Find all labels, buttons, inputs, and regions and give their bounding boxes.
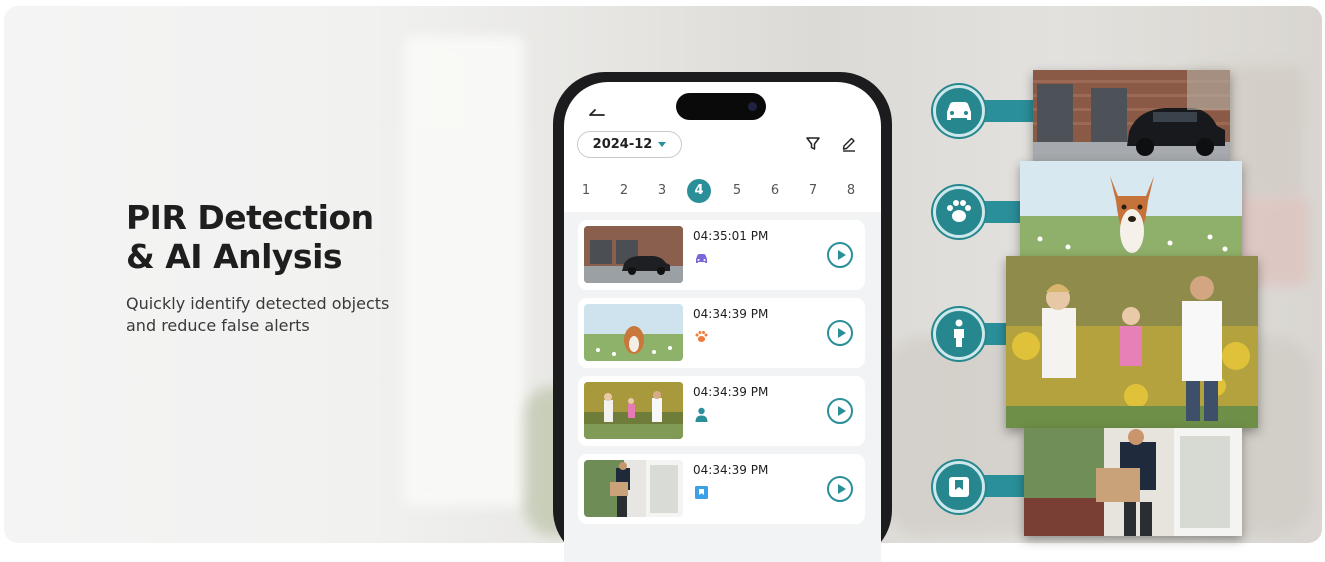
detection-photo-package <box>1024 428 1242 536</box>
event-time: 04:34:39 PM <box>693 307 769 321</box>
subheadline-line: Quickly identify detected objects <box>126 294 390 313</box>
day-item[interactable]: 6 <box>763 179 787 203</box>
detection-type-package <box>933 461 985 513</box>
headline-line: PIR Detection <box>126 198 374 237</box>
day-selector: 1 2 3 4 5 6 7 8 <box>574 179 864 205</box>
play-button[interactable] <box>827 476 853 502</box>
package-icon <box>949 477 969 497</box>
app-screen: 2024-12 1 2 3 4 5 6 7 8 04:35:01 PM 04:3… <box>564 82 881 562</box>
filter-icon[interactable] <box>804 135 822 153</box>
day-item[interactable]: 7 <box>801 179 825 203</box>
connector-line <box>976 100 1036 122</box>
car-icon <box>947 102 971 120</box>
play-icon <box>838 328 846 338</box>
person-icon <box>954 319 964 347</box>
event-time: 04:34:39 PM <box>693 385 769 399</box>
event-card[interactable]: 04:35:01 PM <box>578 220 865 290</box>
headline: PIR Detection & AI Anlysis <box>126 198 426 276</box>
day-item[interactable]: 2 <box>612 179 636 203</box>
day-item-selected[interactable]: 4 <box>687 179 711 203</box>
car-icon <box>693 250 710 267</box>
event-time: 04:35:01 PM <box>693 229 769 243</box>
subheadline: Quickly identify detected objects and re… <box>126 293 436 337</box>
date-filter-value: 2024-12 <box>592 137 653 152</box>
detection-type-pet <box>933 186 985 238</box>
dynamic-island <box>676 93 766 120</box>
event-thumbnail-family[interactable] <box>584 382 683 439</box>
date-filter-dropdown[interactable]: 2024-12 <box>577 131 682 158</box>
play-button[interactable] <box>827 320 853 346</box>
play-button[interactable] <box>827 398 853 424</box>
event-card[interactable]: 04:34:39 PM <box>578 454 865 524</box>
day-item[interactable]: 1 <box>574 179 598 203</box>
subheadline-line: and reduce false alerts <box>126 316 310 335</box>
chevron-down-icon <box>658 142 667 147</box>
play-icon <box>838 484 846 494</box>
paw-icon <box>947 200 971 222</box>
detection-photo-person <box>1006 256 1258 428</box>
play-button[interactable] <box>827 242 853 268</box>
event-thumbnail-dog[interactable] <box>584 304 683 361</box>
event-thumbnail-car[interactable] <box>584 226 683 283</box>
event-list: 04:35:01 PM 04:34:39 PM 04:34:39 PM 04:3… <box>564 212 881 562</box>
detection-type-person <box>933 308 985 360</box>
back-arrow-icon[interactable] <box>588 102 606 122</box>
day-item[interactable]: 5 <box>725 179 749 203</box>
camera-icon <box>748 102 757 111</box>
day-item[interactable]: 3 <box>650 179 674 203</box>
event-card[interactable]: 04:34:39 PM <box>578 376 865 446</box>
paw-icon <box>693 328 710 345</box>
package-icon <box>693 484 710 501</box>
day-item[interactable]: 8 <box>839 179 863 203</box>
phone-mockup: 2024-12 1 2 3 4 5 6 7 8 04:35:01 PM 04:3… <box>553 72 892 562</box>
play-icon <box>838 406 846 416</box>
person-icon <box>693 406 710 423</box>
detection-photo-dog <box>1020 161 1242 256</box>
edit-icon[interactable] <box>840 135 858 153</box>
detection-photo-car <box>1033 70 1230 161</box>
event-thumbnail-package[interactable] <box>584 460 683 517</box>
play-icon <box>838 250 846 260</box>
headline-line: & AI Anlysis <box>126 237 343 276</box>
event-time: 04:34:39 PM <box>693 463 769 477</box>
event-card[interactable]: 04:34:39 PM <box>578 298 865 368</box>
detection-type-car <box>933 85 985 137</box>
